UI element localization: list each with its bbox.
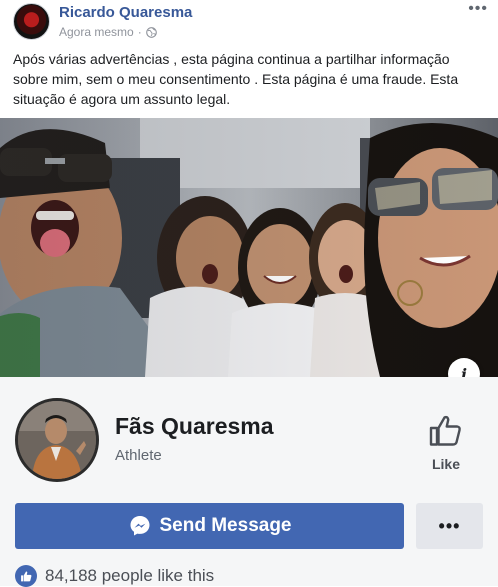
messenger-icon (130, 516, 149, 536)
send-message-label: Send Message (159, 515, 292, 536)
post-timestamp[interactable]: Agora mesmo (59, 25, 134, 39)
globe-icon[interactable] (145, 26, 157, 38)
like-count-icon (15, 565, 37, 587)
thumbs-up-icon (429, 415, 461, 446)
page-card: Fãs Quaresma Athlete Like Send Message •… (0, 377, 498, 587)
author-avatar[interactable] (13, 3, 50, 40)
author-name[interactable]: Ricardo Quaresma (59, 4, 192, 21)
page-likes: 84,188 people like this (15, 565, 214, 587)
page-category: Athlete (115, 447, 162, 464)
meta-separator: · (137, 25, 142, 39)
send-message-button[interactable]: Send Message (15, 503, 404, 549)
post-options-icon[interactable]: ••• (468, 0, 488, 18)
page-more-button[interactable]: ••• (416, 503, 483, 549)
post-photo[interactable] (0, 118, 498, 377)
likes-count: 84,188 people like this (45, 566, 215, 585)
post-meta: Agora mesmo · (59, 25, 157, 39)
like-page-button[interactable]: Like (418, 413, 474, 472)
page-avatar[interactable] (15, 398, 99, 482)
post-text: Após várias advertências , esta página c… (13, 51, 459, 107)
post-header: Ricardo Quaresma Agora mesmo · ••• (0, 0, 498, 46)
page-name[interactable]: Fãs Quaresma (115, 413, 274, 440)
like-page-label: Like (431, 456, 460, 472)
